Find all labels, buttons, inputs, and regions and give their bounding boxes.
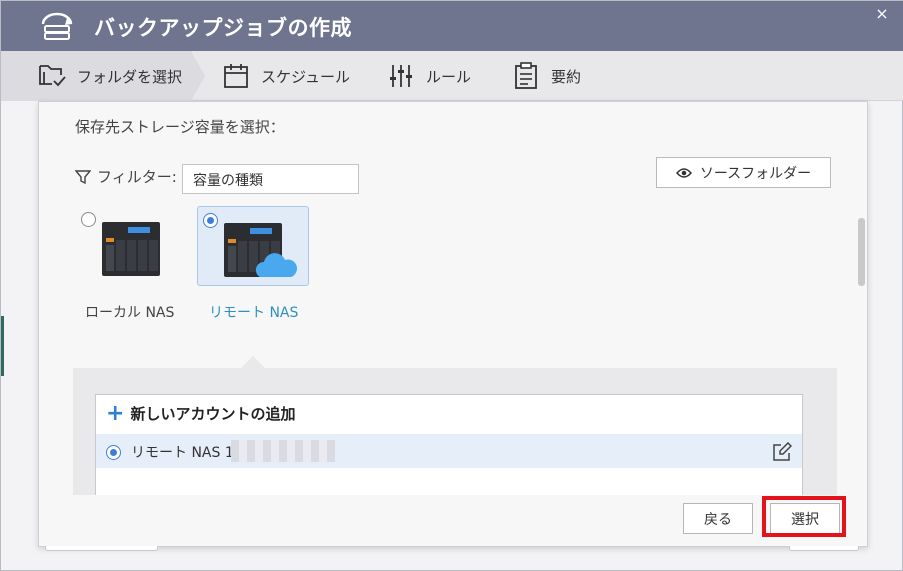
nas-device-icon xyxy=(100,218,164,284)
step-navigation: フォルダを選択 スケジュール ルール 要約 xyxy=(1,51,903,101)
filter-input[interactable]: 容量の種類 xyxy=(182,164,359,194)
calendar-icon xyxy=(221,61,251,91)
step-label: 要約 xyxy=(551,67,582,86)
plus-icon: + xyxy=(106,400,125,426)
select-storage-dialog: 保存先ストレージ容量を選択： フィルター: 容量の種類 ソースフォルダー ローカ… xyxy=(38,101,868,547)
scrollbar[interactable] xyxy=(858,218,865,286)
step-label: ルール xyxy=(426,67,472,86)
highlight-box xyxy=(762,496,846,537)
clipboard-icon xyxy=(511,61,541,91)
filter-label: フィルター: xyxy=(97,168,177,186)
dialog-footer: 戻る 選択 xyxy=(39,495,867,546)
remote-nas-label: リモート NAS xyxy=(209,305,299,321)
account-radio[interactable] xyxy=(106,445,121,460)
source-folder-label: ソースフォルダー xyxy=(699,165,812,182)
step-schedule[interactable]: スケジュール xyxy=(221,51,350,101)
step-label: スケジュール xyxy=(261,67,350,86)
masked-address xyxy=(231,440,335,462)
add-account-label: 新しいアカウントの追加 xyxy=(130,405,296,423)
step-select-folder[interactable]: フォルダを選択 xyxy=(1,51,191,101)
local-nas-label: ローカル NAS xyxy=(85,305,175,321)
step-arrow xyxy=(191,51,205,101)
source-folder-button[interactable]: ソースフォルダー xyxy=(656,157,831,188)
title-bar: バックアップジョブの作成 × xyxy=(1,1,903,51)
sliders-icon xyxy=(386,61,416,91)
step-summary[interactable]: 要約 xyxy=(511,51,581,101)
account-row[interactable]: リモート NAS 1 xyxy=(96,434,802,468)
step-label: フォルダを選択 xyxy=(77,67,183,86)
remote-nas-option[interactable] xyxy=(197,206,309,286)
funnel-icon xyxy=(75,169,91,185)
eye-icon xyxy=(675,167,692,179)
window-title: バックアップジョブの作成 xyxy=(94,16,352,40)
step-rules[interactable]: ルール xyxy=(386,51,471,101)
background-strip xyxy=(1,316,4,376)
add-account-button[interactable]: + 新しいアカウントの追加 xyxy=(106,400,296,426)
edit-icon[interactable] xyxy=(772,441,793,466)
folder-check-icon xyxy=(37,61,67,91)
local-nas-option[interactable] xyxy=(76,206,188,286)
backup-job-window: バックアップジョブの作成 × フォルダを選択 スケジュール ルール 要約 保存先… xyxy=(0,0,903,571)
background-button-edge xyxy=(789,546,859,551)
backup-drive-icon xyxy=(37,10,77,46)
filter-label-group: フィルター: xyxy=(75,166,177,187)
dialog-title: 保存先ストレージ容量を選択： xyxy=(75,118,285,136)
cloud-nas-icon xyxy=(222,219,298,285)
account-name: リモート NAS 1 xyxy=(131,445,234,461)
back-button[interactable]: 戻る xyxy=(683,503,753,534)
background-button-edge xyxy=(45,546,158,551)
panel-pointer xyxy=(241,356,265,368)
close-button[interactable]: × xyxy=(873,5,891,23)
local-nas-radio[interactable] xyxy=(81,212,96,227)
remote-nas-radio[interactable] xyxy=(203,213,218,228)
